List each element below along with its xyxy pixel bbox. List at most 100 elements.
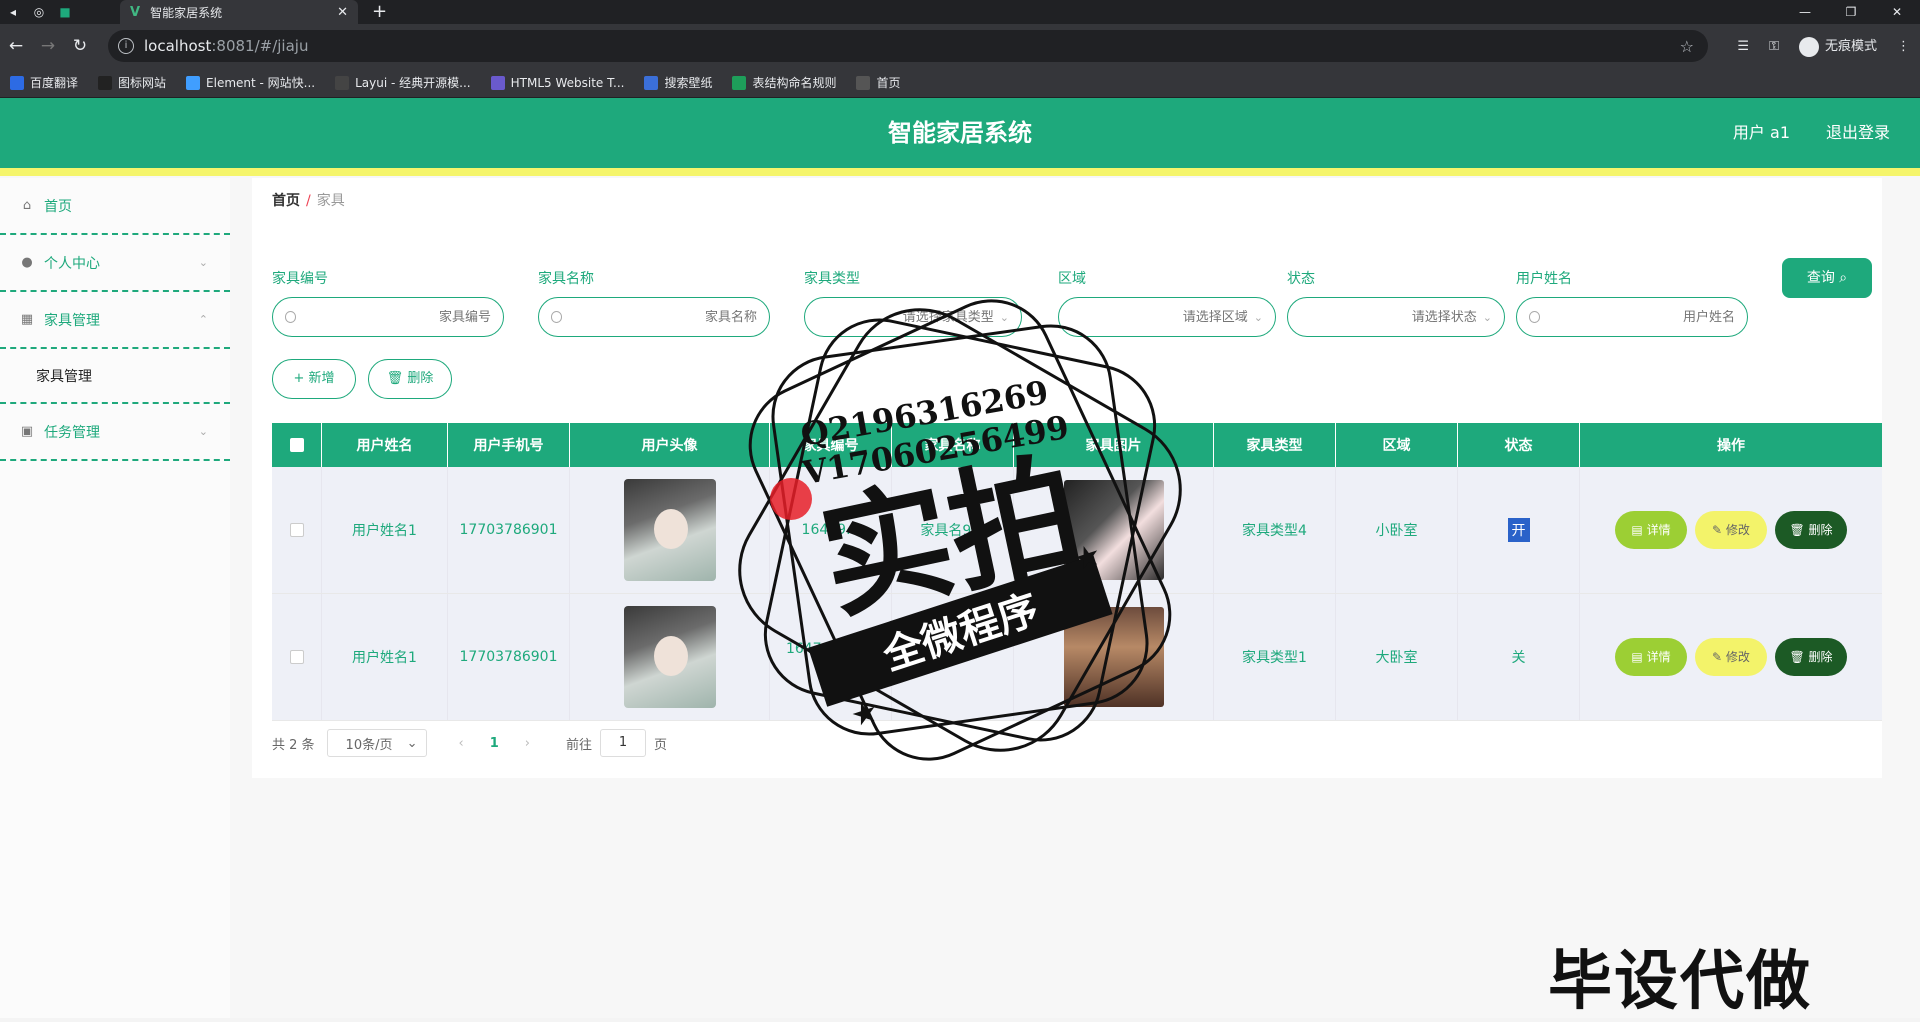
state-field[interactable] (1300, 309, 1477, 325)
bookmark-item[interactable]: 首页 (856, 74, 901, 91)
furniture-name-field[interactable] (562, 309, 757, 325)
add-button[interactable]: + 新增 (272, 359, 356, 399)
search-icon (551, 311, 563, 323)
bookmark-favicon-icon (186, 75, 201, 90)
site-info-icon[interactable]: i (118, 38, 134, 54)
chevron-down-icon: ⌄ (999, 310, 1009, 324)
forward-icon[interactable]: → (32, 36, 64, 56)
sidebar-item-profile[interactable]: ● 个人中心 ⌄ (0, 235, 230, 292)
table-header: 用户姓名 用户手机号 用户头像 家具编号 家具名称 家具图片 家具类型 区域 状… (272, 423, 1882, 467)
user-name-input[interactable] (1516, 297, 1748, 337)
col-user-name: 用户姓名 (322, 423, 448, 467)
col-user-avatar: 用户头像 (570, 423, 770, 467)
bookmark-item[interactable]: 搜索壁纸 (644, 74, 712, 91)
tab-close-icon[interactable]: ✕ (337, 5, 348, 20)
furniture-type-field[interactable] (817, 309, 994, 325)
cell-operations: ▤ 详情 ✎ 修改 🗑 删除 (1580, 594, 1882, 720)
pagination: 共 2 条 10条/页 ⌄ ‹ 1 › 前往 1 页 (272, 729, 667, 757)
bookmark-item[interactable]: 百度翻译 (10, 74, 78, 91)
row-checkbox[interactable] (289, 523, 304, 537)
logout-link[interactable]: 退出登录 (1826, 98, 1890, 168)
col-furniture-no: 家具编号 (770, 423, 892, 467)
user-icon: ● (21, 254, 33, 270)
new-tab-button[interactable]: + (372, 0, 387, 24)
bookmark-favicon-icon (732, 75, 747, 90)
sidebar: ⌂ 首页 ● 个人中心 ⌄ ▦ 家具管理 ⌃ 家具管理 ▣ 任务管理 ⌄ (0, 178, 230, 1018)
area-field[interactable] (1071, 309, 1248, 325)
furniture-name-input[interactable] (538, 297, 770, 337)
user-name-field[interactable] (1540, 309, 1735, 325)
current-user[interactable]: 用户 a1 (1733, 98, 1790, 168)
menu-kebab-icon[interactable]: ⋮ (1897, 39, 1910, 54)
cell-furniture-no: 1647918423 22 (770, 594, 892, 720)
cell-area: 小卧室 (1336, 467, 1458, 593)
row-select-cell (272, 467, 322, 593)
current-page[interactable]: 1 (490, 736, 499, 751)
omnibox[interactable]: i localhost :8081/#/jiaju ☆ (108, 30, 1708, 62)
edit-button[interactable]: ✎ 修改 (1695, 638, 1767, 676)
col-furniture-image: 家具图片 (1014, 423, 1214, 467)
detail-button[interactable]: ▤ 详情 (1615, 638, 1687, 676)
sidebar-item-label: 任务管理 (44, 424, 100, 441)
minimize-button[interactable]: — (1782, 0, 1828, 24)
bookmark-item[interactable]: Layui - 经典开源模... (335, 74, 471, 91)
next-page-icon[interactable]: › (525, 736, 530, 751)
pinned-tab-icon[interactable]: ◎ (26, 0, 52, 24)
incognito-indicator[interactable]: 无痕模式 (1798, 35, 1877, 57)
bookmark-label: 百度翻译 (30, 76, 79, 90)
bookmark-item[interactable]: Element - 网站快... (186, 74, 315, 91)
delete-button[interactable]: 🗑 删除 (1775, 511, 1847, 549)
query-button[interactable]: 查询 ⌕ (1782, 258, 1872, 298)
sidebar-item-furniture-group[interactable]: ▦ 家具管理 ⌃ (0, 292, 230, 349)
tab-title: 智能家居系统 (150, 5, 223, 20)
bookmark-label: Layui - 经典开源模... (355, 76, 471, 90)
back-icon[interactable]: ← (0, 36, 32, 56)
sidebar-subitem-furniture[interactable]: 家具管理 (0, 349, 230, 404)
restore-button[interactable]: ❐ (1828, 0, 1874, 24)
cell-furniture-image (1014, 467, 1214, 593)
search-icon (1529, 311, 1541, 323)
batch-delete-button[interactable]: 🗑 删除 (368, 359, 452, 399)
total-count: 共 2 条 (272, 737, 315, 753)
furniture-no-field[interactable] (296, 309, 491, 325)
delete-button[interactable]: 🗑 删除 (1775, 638, 1847, 676)
search-icon: ⌕ (1839, 270, 1848, 286)
select-all-cell (272, 423, 322, 467)
cell-user-name: 用户姓名1 (322, 594, 448, 720)
speaker-icon[interactable]: ◂ (0, 0, 26, 24)
key-icon[interactable]: ⚿ (1769, 39, 1779, 54)
furniture-no-input[interactable] (272, 297, 504, 337)
goto-page-input[interactable]: 1 (600, 729, 647, 757)
bookmark-label: 搜索壁纸 (664, 76, 713, 90)
page-size-select[interactable]: 10条/页 ⌄ (326, 729, 427, 757)
prev-page-icon[interactable]: ‹ (459, 736, 464, 751)
furniture-type-select[interactable]: ⌄ (804, 297, 1022, 337)
select-all-checkbox[interactable] (289, 438, 304, 452)
col-operations: 操作 (1717, 438, 1745, 454)
bookmark-item[interactable]: HTML5 Website T... (490, 75, 624, 90)
header-accent-bar (0, 168, 1920, 176)
cell-state: 开 (1458, 467, 1580, 593)
breadcrumb-current: 家具 (316, 193, 345, 209)
reload-icon[interactable]: ↻ (64, 36, 96, 56)
sidebar-item-label: 家具管理 (44, 312, 100, 329)
window-close-button[interactable]: ✕ (1874, 0, 1920, 24)
cell-furniture-name (892, 594, 1014, 720)
cell-furniture-image (1014, 594, 1214, 720)
active-tab[interactable]: V 智能家居系统 ✕ (120, 0, 358, 24)
reading-list-icon[interactable]: ☰ (1737, 39, 1749, 54)
row-checkbox[interactable] (289, 650, 304, 664)
sidebar-item-tasks[interactable]: ▣ 任务管理 ⌄ (0, 404, 230, 461)
bookmark-item[interactable]: 图标网站 (98, 74, 166, 91)
bookmark-item[interactable]: 表结构命名规则 (732, 74, 836, 91)
sidebar-item-home[interactable]: ⌂ 首页 (0, 178, 230, 235)
state-select[interactable]: ⌄ (1287, 297, 1505, 337)
edit-button[interactable]: ✎ 修改 (1695, 511, 1767, 549)
cell-state: 关 (1458, 594, 1580, 720)
pinned-tab-sheet-icon[interactable]: ■ (52, 0, 78, 24)
bookmark-star-icon[interactable]: ☆ (1680, 37, 1694, 56)
breadcrumb-home[interactable]: 首页 (272, 193, 300, 209)
area-select[interactable]: ⌄ (1058, 297, 1276, 337)
detail-button[interactable]: ▤ 详情 (1615, 511, 1687, 549)
filter-label-area: 区域 (1058, 271, 1086, 287)
